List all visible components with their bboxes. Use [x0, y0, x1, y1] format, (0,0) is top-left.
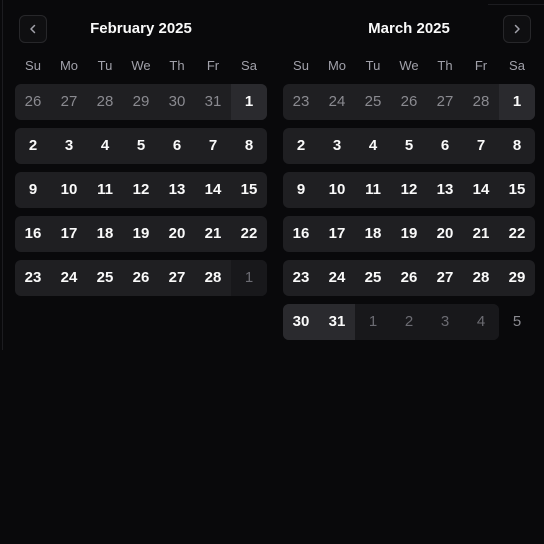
day-cell[interactable]: 3: [51, 128, 87, 164]
weekday-header: Mo: [327, 58, 347, 73]
day-cell-outside-month[interactable]: 23: [283, 84, 319, 120]
day-cell[interactable]: 6: [159, 128, 195, 164]
day-cell[interactable]: 12: [391, 172, 427, 208]
weekday-header: Sa: [509, 58, 525, 73]
day-cell-outside-month[interactable]: 30: [159, 84, 195, 120]
day-cell-outside-month[interactable]: 26: [391, 84, 427, 120]
day-cell[interactable]: 26: [391, 260, 427, 296]
day-cell[interactable]: 28: [463, 260, 499, 296]
day-cell[interactable]: 2: [15, 128, 51, 164]
day-cell[interactable]: 9: [15, 172, 51, 208]
day-cell[interactable]: 20: [427, 216, 463, 252]
day-cell-outside-month[interactable]: 25: [355, 84, 391, 120]
day-cell[interactable]: 27: [427, 260, 463, 296]
day-cell[interactable]: 20: [159, 216, 195, 252]
day-cell[interactable]: 1: [231, 84, 267, 120]
day-cell-outside-month[interactable]: 29: [123, 84, 159, 120]
day-cell[interactable]: 19: [123, 216, 159, 252]
day-cell-outside-month[interactable]: 28: [463, 84, 499, 120]
day-cell[interactable]: 25: [87, 260, 123, 296]
day-cell[interactable]: 11: [87, 172, 123, 208]
weekday-header: Tu: [365, 58, 381, 73]
weekday-header: We: [399, 58, 419, 73]
day-cell-outside-month[interactable]: 3: [427, 304, 463, 340]
day-cell[interactable]: 19: [391, 216, 427, 252]
day-cell-outside-month[interactable]: 31: [195, 84, 231, 120]
day-cell[interactable]: 17: [319, 216, 355, 252]
weekday-header: Th: [169, 58, 185, 73]
day-cell[interactable]: 23: [283, 260, 319, 296]
day-cell[interactable]: 18: [355, 216, 391, 252]
weekday-header: Su: [25, 58, 41, 73]
day-cell-outside-month[interactable]: 1: [355, 304, 391, 340]
day-cell[interactable]: 7: [463, 128, 499, 164]
weekday-header: Fr: [474, 58, 488, 73]
day-cell[interactable]: 14: [195, 172, 231, 208]
day-cell[interactable]: 10: [319, 172, 355, 208]
day-cell[interactable]: 22: [499, 216, 535, 252]
day-cell[interactable]: 4: [87, 128, 123, 164]
day-cell[interactable]: 14: [463, 172, 499, 208]
day-cell-outside-month[interactable]: 26: [15, 84, 51, 120]
day-cell[interactable]: 31: [319, 304, 355, 340]
day-cell[interactable]: 2: [283, 128, 319, 164]
month-title-february: February 2025: [90, 20, 192, 37]
day-cell[interactable]: 7: [195, 128, 231, 164]
day-cell[interactable]: 30: [283, 304, 319, 340]
weekday-header: Mo: [59, 58, 79, 73]
day-cell[interactable]: 6: [427, 128, 463, 164]
day-cell[interactable]: 16: [283, 216, 319, 252]
weekday-header: Tu: [97, 58, 113, 73]
day-cell-outside-month[interactable]: 28: [87, 84, 123, 120]
day-cell[interactable]: 22: [231, 216, 267, 252]
month-title-march: March 2025: [368, 20, 450, 37]
day-cell[interactable]: 1: [499, 84, 535, 120]
day-cell[interactable]: 18: [87, 216, 123, 252]
day-cell[interactable]: 21: [463, 216, 499, 252]
frame-edge: [2, 0, 3, 350]
day-cell[interactable]: 27: [159, 260, 195, 296]
weekday-header: We: [131, 58, 151, 73]
date-range-calendar: February 2025 March 2025 Su Mo Tu We Th Fr Sa 2…: [0, 0, 544, 544]
day-cell[interactable]: 28: [195, 260, 231, 296]
day-cell[interactable]: 29: [499, 260, 535, 296]
day-cell-outside-month[interactable]: 5: [499, 304, 535, 340]
day-cell[interactable]: 8: [499, 128, 535, 164]
weekday-header: Sa: [241, 58, 257, 73]
day-cell-outside-month[interactable]: 27: [427, 84, 463, 120]
day-cell[interactable]: 17: [51, 216, 87, 252]
weekday-header: Su: [293, 58, 309, 73]
day-cell[interactable]: 25: [355, 260, 391, 296]
day-cell[interactable]: 8: [231, 128, 267, 164]
day-cell[interactable]: 24: [51, 260, 87, 296]
frame-edge: [488, 4, 544, 5]
day-cell-outside-month[interactable]: 2: [391, 304, 427, 340]
day-cell[interactable]: 26: [123, 260, 159, 296]
day-cell[interactable]: 15: [231, 172, 267, 208]
day-cell[interactable]: 3: [319, 128, 355, 164]
day-cell-outside-month[interactable]: 4: [463, 304, 499, 340]
day-cell[interactable]: 12: [123, 172, 159, 208]
day-cell[interactable]: 5: [391, 128, 427, 164]
day-cell[interactable]: 5: [123, 128, 159, 164]
weekday-header: Th: [437, 58, 453, 73]
day-cell[interactable]: 13: [159, 172, 195, 208]
day-cell[interactable]: 10: [51, 172, 87, 208]
day-cell[interactable]: 23: [15, 260, 51, 296]
day-cell-outside-month[interactable]: 27: [51, 84, 87, 120]
day-cell[interactable]: 21: [195, 216, 231, 252]
day-cell[interactable]: 11: [355, 172, 391, 208]
day-cell-outside-month[interactable]: 1: [231, 260, 267, 296]
day-cell-outside-month[interactable]: 24: [319, 84, 355, 120]
day-cell[interactable]: 16: [15, 216, 51, 252]
day-cell[interactable]: 9: [283, 172, 319, 208]
day-cell[interactable]: 24: [319, 260, 355, 296]
day-cell[interactable]: 4: [355, 128, 391, 164]
weekday-header: Fr: [206, 58, 220, 73]
day-cell[interactable]: 13: [427, 172, 463, 208]
day-cell[interactable]: 15: [499, 172, 535, 208]
